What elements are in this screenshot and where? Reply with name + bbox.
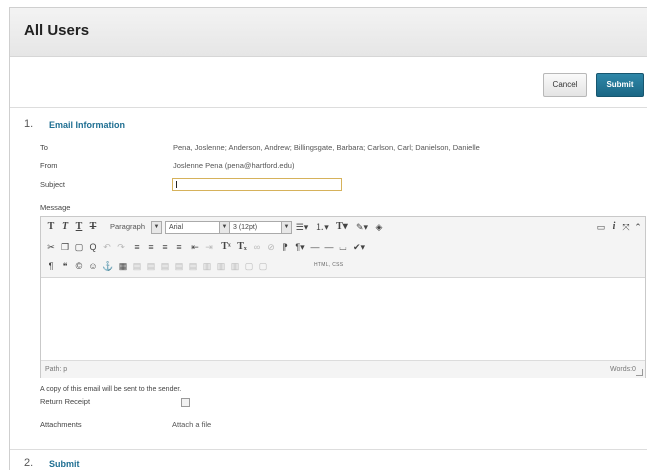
rich-text-editor: T T T T Paragraph ▼ Arial ▼ 3 (12pt) ▼ ☰… <box>40 216 646 378</box>
resize-handle-icon[interactable] <box>636 369 643 376</box>
element-path: Path: p <box>45 366 68 373</box>
unlink-icon[interactable]: ⊘ <box>266 241 276 253</box>
italic-icon[interactable]: T <box>60 221 70 233</box>
nonbreaking-space-icon[interactable]: ⌴ <box>338 241 348 253</box>
editor-status-bar: Path: p Words:0 <box>41 360 645 378</box>
fullscreen-icon[interactable]: ⤧ <box>621 221 631 233</box>
step-title: Submit <box>49 459 80 469</box>
attachments-label: Attachments <box>40 420 82 429</box>
ltr-direction-icon[interactable]: ⁋ <box>280 241 290 253</box>
insert-column-before-icon[interactable]: ▥ <box>202 260 212 272</box>
copyright-icon[interactable]: © <box>74 260 84 272</box>
superscript-icon[interactable]: Tˣ <box>220 241 232 253</box>
bullet-list-icon[interactable]: ☰▾ <box>295 221 309 233</box>
to-label: To <box>40 143 48 152</box>
step-number: 2. <box>24 457 34 469</box>
paragraph-format-label: Paragraph <box>110 222 146 231</box>
to-recipients: Pena, Joslenne; Anderson, Andrew; Billin… <box>173 143 480 152</box>
font-size-dropdown[interactable]: ▼ <box>281 221 292 234</box>
info-icon[interactable]: i <box>610 221 618 233</box>
paragraph-format-dropdown[interactable]: ▼ <box>151 221 162 234</box>
page-title: All Users <box>24 22 90 39</box>
undo-icon[interactable]: ↶ <box>102 241 112 253</box>
preview-icon[interactable]: ▭ <box>596 221 606 233</box>
text-color-icon[interactable]: T▾ <box>335 221 349 233</box>
redo-icon[interactable]: ↷ <box>116 241 126 253</box>
action-bar: Cancel Submit <box>10 57 647 108</box>
word-count: Words:0 <box>610 366 636 373</box>
insert-row-after-icon[interactable]: ▤ <box>174 260 184 272</box>
paragraph-direction-icon[interactable]: ¶▾ <box>294 241 306 253</box>
paste-icon[interactable]: ▢ <box>74 241 84 253</box>
insert-row-before-icon[interactable]: ▤ <box>160 260 170 272</box>
outdent-icon[interactable]: ⇤ <box>190 241 200 253</box>
align-left-icon[interactable]: ≡ <box>132 241 142 253</box>
table-cell-props-icon[interactable]: ▤ <box>146 260 156 272</box>
indent-icon[interactable]: ⇥ <box>204 241 214 253</box>
table-icon[interactable]: ▦ <box>118 260 128 272</box>
attach-file-link[interactable]: Attach a file <box>172 420 211 429</box>
emoticon-icon[interactable]: ☺ <box>88 260 98 272</box>
insert-column-after-icon[interactable]: ▥ <box>216 260 226 272</box>
step-title: Email Information <box>49 120 126 130</box>
page-header: All Users <box>10 8 647 57</box>
pilcrow-icon[interactable]: ¶ <box>46 260 56 272</box>
align-right-icon[interactable]: ≡ <box>160 241 170 253</box>
link-icon[interactable]: ∞ <box>252 241 262 253</box>
message-body-area[interactable] <box>41 278 645 360</box>
highlight-pen-icon[interactable]: ✎▾ <box>355 221 369 233</box>
from-label: From <box>40 161 58 170</box>
message-label: Message <box>40 203 71 212</box>
subject-label: Subject <box>40 180 66 189</box>
text-caret <box>176 181 177 188</box>
editor-toolbar: T T T T Paragraph ▼ Arial ▼ 3 (12pt) ▼ ☰… <box>41 217 645 278</box>
split-cells-icon[interactable]: ▢ <box>244 260 254 272</box>
copy-notice: A copy of this email will be sent to the… <box>40 386 182 393</box>
delete-row-icon[interactable]: ▤ <box>188 260 198 272</box>
return-receipt-label: Return Receipt <box>40 397 91 406</box>
numbered-list-icon[interactable]: ⒈▾ <box>315 221 329 233</box>
copy-icon[interactable]: ❐ <box>60 241 70 253</box>
step-number: 1. <box>24 118 34 130</box>
bold-icon[interactable]: T <box>46 221 56 233</box>
subscript-icon[interactable]: Tₓ <box>236 241 248 253</box>
find-icon[interactable]: Q <box>88 241 98 253</box>
blockquote-icon[interactable]: ❝ <box>60 260 70 272</box>
merge-cells-icon[interactable]: ▢ <box>258 260 268 272</box>
collapse-toolbar-icon[interactable]: ⌃ <box>633 221 643 233</box>
font-family-select[interactable]: Arial <box>165 221 220 234</box>
return-receipt-checkbox[interactable] <box>181 398 190 407</box>
strikethrough-icon[interactable]: T <box>88 221 98 233</box>
horizontal-rule-icon[interactable]: — <box>310 241 320 253</box>
section-divider <box>10 449 647 450</box>
line-icon[interactable]: — <box>324 241 334 253</box>
anchor-icon[interactable]: ⚓ <box>102 260 113 272</box>
cancel-button[interactable]: Cancel <box>543 73 587 97</box>
align-center-icon[interactable]: ≡ <box>146 241 156 253</box>
font-size-select[interactable]: 3 (12pt) <box>229 221 282 234</box>
subject-input[interactable] <box>172 178 342 191</box>
from-value: Joslenne Pena (pena@hartford.edu) <box>173 161 295 170</box>
html-css-toggle[interactable]: HTML, CSS <box>314 262 343 268</box>
table-row-props-icon[interactable]: ▤ <box>132 260 142 272</box>
eraser-icon[interactable]: ◈ <box>374 221 384 233</box>
underline-icon[interactable]: T <box>74 221 84 233</box>
delete-column-icon[interactable]: ▥ <box>230 260 240 272</box>
content-frame: All Users Cancel Submit 1. Email Informa… <box>9 7 647 470</box>
cut-icon[interactable]: ✂ <box>46 241 56 253</box>
spellcheck-icon[interactable]: ✔▾ <box>352 241 366 253</box>
submit-button[interactable]: Submit <box>596 73 644 97</box>
justify-icon[interactable]: ≡ <box>174 241 184 253</box>
